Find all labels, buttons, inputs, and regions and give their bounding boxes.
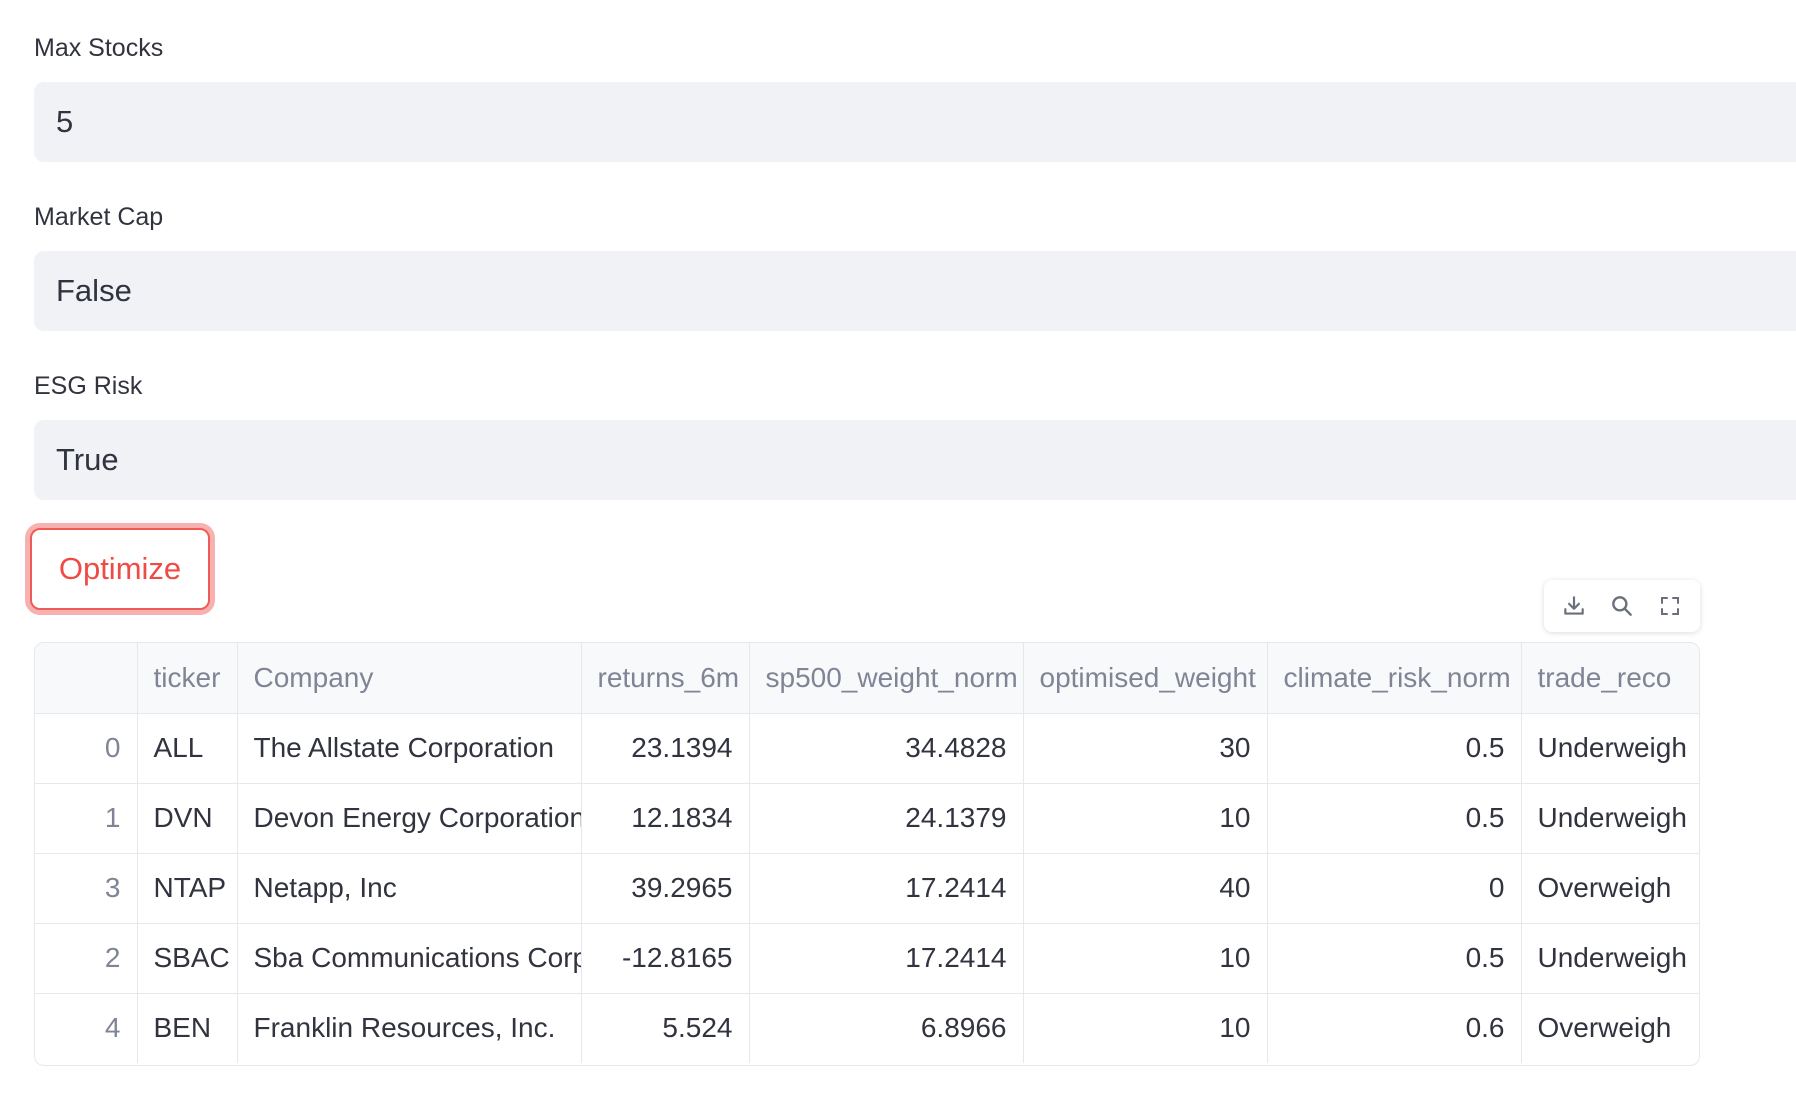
ticker-cell[interactable]: SBAC	[137, 923, 238, 994]
optimised-weight-cell[interactable]: 10	[1023, 923, 1268, 994]
table-row: 1 DVN Devon Energy Corporation 12.1834 2…	[35, 783, 1699, 854]
optimize-button[interactable]: Optimize	[30, 528, 210, 610]
table-row: 4 BEN Franklin Resources, Inc. 5.524 6.8…	[35, 993, 1699, 1063]
trade-reco-cell[interactable]: Underweigh	[1521, 783, 1699, 854]
table-header-row: ticker Company returns_6m sp500_weight_n…	[35, 643, 1699, 714]
trade-reco-cell[interactable]: Underweigh	[1521, 923, 1699, 994]
table-row: 2 SBAC Sba Communications Corp -12.8165 …	[35, 923, 1699, 994]
row-index-cell[interactable]: 0	[35, 713, 138, 784]
optimised-weight-cell[interactable]: 30	[1023, 713, 1268, 784]
column-header-optimised-weight[interactable]: optimised_weight	[1023, 643, 1268, 714]
climate-risk-cell[interactable]: 0	[1267, 853, 1522, 924]
climate-risk-cell[interactable]: 0.5	[1267, 783, 1522, 854]
ticker-cell[interactable]: DVN	[137, 783, 238, 854]
column-header-returns-6m[interactable]: returns_6m	[581, 643, 750, 714]
sp500-weight-cell[interactable]: 6.8966	[749, 993, 1024, 1063]
optimised-weight-cell[interactable]: 10	[1023, 993, 1268, 1063]
max-stocks-label: Max Stocks	[34, 34, 164, 62]
climate-risk-cell[interactable]: 0.5	[1267, 713, 1522, 784]
company-cell[interactable]: Devon Energy Corporation	[237, 783, 582, 854]
company-cell[interactable]: Netapp, Inc	[237, 853, 582, 924]
company-cell[interactable]: Sba Communications Corp	[237, 923, 582, 994]
row-index-cell[interactable]: 2	[35, 923, 138, 994]
table-row: 3 NTAP Netapp, Inc 39.2965 17.2414 40 0 …	[35, 853, 1699, 924]
esg-risk-label: ESG Risk	[34, 372, 143, 400]
column-header-ticker[interactable]: ticker	[137, 643, 238, 714]
table-toolbar	[1544, 580, 1700, 632]
trade-reco-cell[interactable]: Overweigh	[1521, 993, 1699, 1063]
ticker-cell[interactable]: BEN	[137, 993, 238, 1063]
column-header-company[interactable]: Company	[237, 643, 582, 714]
sp500-weight-cell[interactable]: 24.1379	[749, 783, 1024, 854]
trade-reco-cell[interactable]: Underweigh	[1521, 713, 1699, 784]
company-cell[interactable]: Franklin Resources, Inc.	[237, 993, 582, 1063]
returns-6m-cell[interactable]: 23.1394	[581, 713, 750, 784]
results-table: ticker Company returns_6m sp500_weight_n…	[34, 642, 1700, 1066]
climate-risk-cell[interactable]: 0.6	[1267, 993, 1522, 1063]
page: Max Stocks 5 Market Cap False ESG Risk T…	[0, 0, 1796, 1100]
optimised-weight-cell[interactable]: 40	[1023, 853, 1268, 924]
sp500-weight-cell[interactable]: 17.2414	[749, 853, 1024, 924]
market-cap-label: Market Cap	[34, 203, 164, 231]
returns-6m-cell[interactable]: -12.8165	[581, 923, 750, 994]
sp500-weight-cell[interactable]: 17.2414	[749, 923, 1024, 994]
ticker-cell[interactable]: NTAP	[137, 853, 238, 924]
trade-reco-cell[interactable]: Overweigh	[1521, 853, 1699, 924]
sp500-weight-cell[interactable]: 34.4828	[749, 713, 1024, 784]
column-header-climate-risk-norm[interactable]: climate_risk_norm	[1267, 643, 1522, 714]
row-index-cell[interactable]: 4	[35, 993, 138, 1063]
max-stocks-input[interactable]: 5	[34, 82, 1796, 162]
column-header-trade-reco[interactable]: trade_reco	[1521, 643, 1699, 714]
ticker-cell[interactable]: ALL	[137, 713, 238, 784]
column-header-index[interactable]	[35, 643, 138, 714]
fullscreen-icon[interactable]	[1652, 588, 1688, 624]
company-cell[interactable]: The Allstate Corporation	[237, 713, 582, 784]
esg-risk-input[interactable]: True	[34, 420, 1796, 500]
table-row: 0 ALL The Allstate Corporation 23.1394 3…	[35, 713, 1699, 784]
market-cap-input[interactable]: False	[34, 251, 1796, 331]
climate-risk-cell[interactable]: 0.5	[1267, 923, 1522, 994]
returns-6m-cell[interactable]: 12.1834	[581, 783, 750, 854]
returns-6m-cell[interactable]: 5.524	[581, 993, 750, 1063]
column-header-sp500-weight-norm[interactable]: sp500_weight_norm	[749, 643, 1024, 714]
optimised-weight-cell[interactable]: 10	[1023, 783, 1268, 854]
download-icon[interactable]	[1556, 588, 1592, 624]
row-index-cell[interactable]: 1	[35, 783, 138, 854]
returns-6m-cell[interactable]: 39.2965	[581, 853, 750, 924]
search-icon[interactable]	[1604, 588, 1640, 624]
row-index-cell[interactable]: 3	[35, 853, 138, 924]
